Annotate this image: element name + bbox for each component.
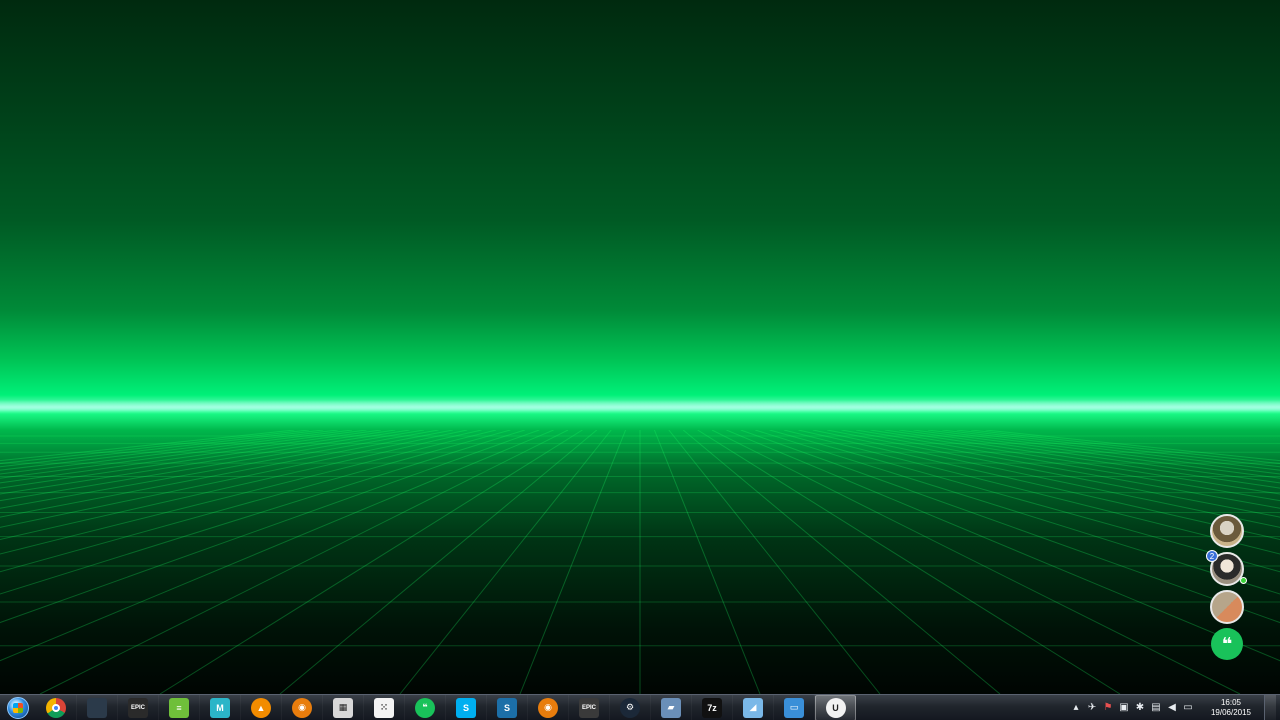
taskbar-app-photo-viewer[interactable]: ▰ (651, 694, 692, 720)
taskbar-app-calculator[interactable]: ▦ (323, 694, 364, 720)
desktop[interactable]: 2 ❝ (0, 0, 1280, 694)
clock-time: 16:05 (1220, 697, 1242, 707)
grid-line-radial (399, 430, 612, 694)
grid-line-radial (0, 430, 511, 573)
taskbar-app-substance[interactable]: S (487, 694, 528, 720)
monitor-icon[interactable]: ▭ (1181, 701, 1195, 715)
taskbar-app-explorer[interactable]: ▭ (774, 694, 815, 720)
security-icon[interactable]: ▣ (1117, 701, 1131, 715)
marvelous-icon: M (210, 697, 230, 718)
hangouts-icon[interactable]: ❝ (1211, 628, 1243, 660)
floor-grid (0, 430, 1280, 694)
windows-start-orb-icon (7, 696, 29, 719)
hangouts-icon: ❝ (415, 697, 435, 718)
unread-badge: 2 (1206, 550, 1218, 562)
grid-line-radial (0, 430, 367, 479)
grid-line-radial (682, 430, 1001, 694)
grid-line-radial (0, 430, 381, 484)
grid-line-radial (697, 430, 1121, 694)
epic-games-icon: EPIC (128, 697, 148, 718)
grid-line-radial (519, 430, 627, 694)
chevron-up-icon[interactable]: ▴ (1069, 701, 1083, 715)
taskbar-app-7zip[interactable]: 7z (692, 694, 733, 720)
grid-line-radial (653, 430, 761, 694)
clock-date: 19/06/2015 (1210, 707, 1252, 717)
clock[interactable]: 16:05 19/06/2015 (1200, 698, 1262, 718)
taskbar-apps: EPIC ≡ M ▲ ◉ ▦ ⁙ ❝ S S ◉ EPIC ⚙ ▰ 7z ◢ ▭ U (36, 694, 856, 720)
grid-line-radial (0, 430, 525, 595)
grid-line-radial (668, 430, 881, 694)
display-icon[interactable]: ▤ (1149, 701, 1163, 715)
taskbar-app-paint[interactable]: ◢ (733, 694, 774, 720)
chathead-1[interactable] (1210, 514, 1244, 548)
taskbar-app-chrome[interactable] (36, 694, 77, 720)
apps-grid-icon: ⁙ (374, 697, 394, 718)
chathead-3[interactable] (1210, 590, 1244, 624)
taskbar-app-blender[interactable]: ◉ (282, 694, 323, 720)
grid-line-radial (279, 430, 598, 694)
volume-icon[interactable]: ◀ (1165, 701, 1179, 715)
taskbar-app-marvelous[interactable]: M (200, 694, 241, 720)
blender-icon: ◉ (538, 697, 558, 718)
taskbar-app-vlc[interactable]: ▲ (241, 694, 282, 720)
steam-icon (87, 697, 107, 718)
taskbar-app-epic-launcher-2[interactable]: EPIC (569, 694, 610, 720)
taskbar-app-apps-grid[interactable]: ⁙ (364, 694, 405, 720)
system-tray: ▴ ✈ ⚑ ▣ ✱ ▤ ◀ ▭ 16:05 19/06/2015 (1068, 694, 1280, 720)
chrome-icon (46, 697, 66, 718)
steam-icon: ⚙ (620, 697, 640, 718)
taskbar: EPIC ≡ M ▲ ◉ ▦ ⁙ ❝ S S ◉ EPIC ⚙ ▰ 7z ◢ ▭ U ▴ ✈ ⚑ ▣ ✱ ▤ ◀ … (0, 694, 1280, 720)
grid-line-radial (0, 430, 353, 475)
taskbar-app-hangouts[interactable]: ❝ (405, 694, 446, 720)
vlc-icon: ▲ (251, 697, 271, 718)
skype-icon: S (456, 697, 476, 718)
grid-line-radial (0, 430, 410, 495)
online-status-icon (1240, 577, 1247, 584)
grid-line-radial (159, 430, 583, 694)
taskbar-app-skype[interactable]: S (446, 694, 487, 720)
grid-line-radial (711, 430, 1241, 694)
taskbar-app-epic-launcher[interactable]: EPIC (118, 694, 159, 720)
taskbar-app-notepad[interactable]: ≡ (159, 694, 200, 720)
grid-line-radial (798, 430, 1280, 540)
taskbar-app-unreal-engine[interactable]: U (815, 694, 856, 720)
unreal-engine-icon: U (825, 697, 846, 718)
flag-icon[interactable]: ⚑ (1101, 701, 1115, 715)
photo-viewer-icon: ▰ (661, 697, 681, 718)
substance-icon: S (497, 697, 517, 718)
blender-icon: ◉ (292, 697, 312, 718)
taskbar-app-blender-2[interactable]: ◉ (528, 694, 569, 720)
epic-games-icon: EPIC (579, 697, 599, 718)
taskbar-app-steam[interactable]: ⚙ (610, 694, 651, 720)
grid-line-radial (39, 430, 569, 694)
grid-line-radial (769, 430, 1280, 573)
taskbar-app-steam-overlay[interactable] (77, 694, 118, 720)
horizon-glow (0, 400, 1280, 414)
show-desktop-button[interactable] (1264, 694, 1276, 720)
grid-line-radial (0, 430, 482, 540)
calculator-icon: ▦ (333, 697, 353, 718)
grid-line-radial (755, 430, 1280, 595)
gear-icon[interactable]: ✱ (1133, 701, 1147, 715)
grid-line-radial (0, 430, 295, 462)
notepad-icon: ≡ (169, 697, 189, 718)
window-icon: ▭ (784, 697, 804, 718)
paint-icon: ◢ (743, 697, 763, 718)
start-button[interactable] (0, 695, 36, 720)
chatheads: 2 ❝ (1206, 514, 1247, 660)
network-icon[interactable]: ✈ (1085, 701, 1099, 715)
7zip-icon: 7z (702, 697, 722, 718)
